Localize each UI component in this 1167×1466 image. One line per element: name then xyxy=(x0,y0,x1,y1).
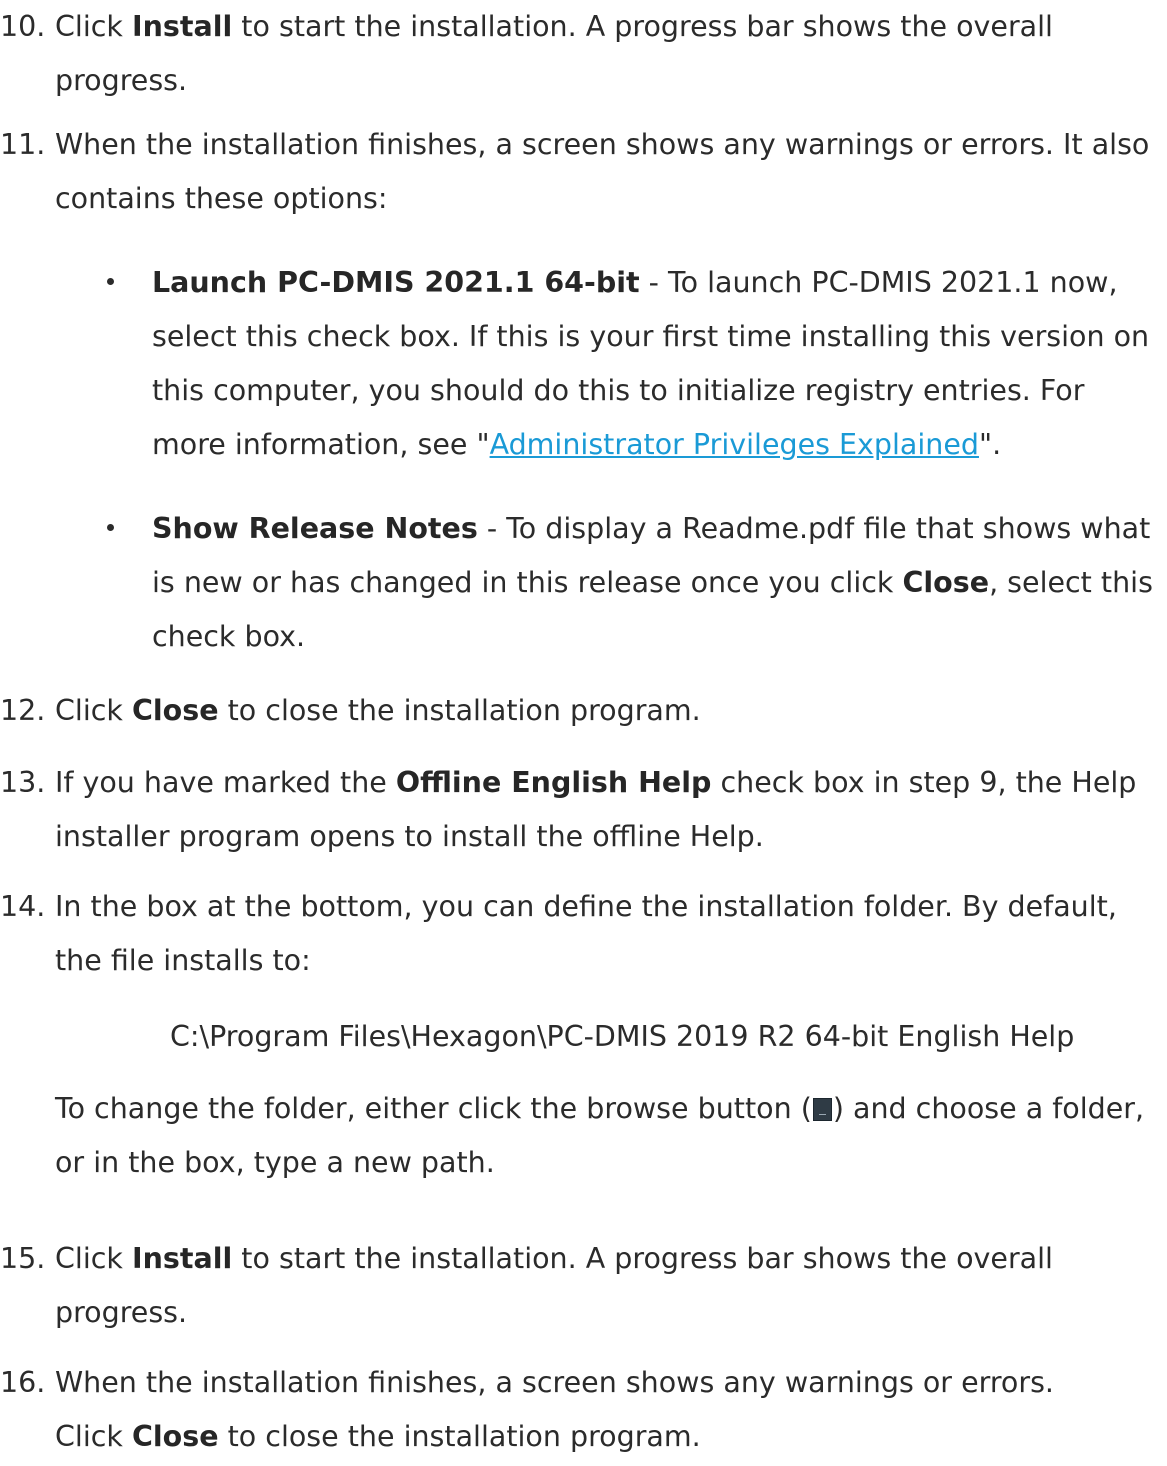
step-15: 15. Click Install to start the installat… xyxy=(0,1232,1160,1340)
step-number: 10. xyxy=(0,10,46,43)
step-number: 14. xyxy=(0,890,46,923)
option-text: Show Release Notes - To display a Readme… xyxy=(152,512,1153,653)
browse-button-icon xyxy=(812,1098,832,1121)
change-folder-instructions: To change the folder, either click the b… xyxy=(55,1092,1145,1179)
option-show-release-notes: Show Release Notes - To display a Readme… xyxy=(107,502,1157,664)
default-install-path: C:\Program Files\Hexagon\PC-DMIS 2019 R2… xyxy=(170,1020,1075,1053)
step-text: When the installation finishes, a screen… xyxy=(55,128,1150,215)
step-13: 13. If you have marked the Offline Engli… xyxy=(0,756,1160,864)
step-14: 14. In the box at the bottom, you can de… xyxy=(0,880,1160,988)
step-text: When the installation finishes, a screen… xyxy=(55,1366,1054,1453)
step-12: 12. Click Close to close the installatio… xyxy=(0,684,1160,738)
step-10: 10. Click Install to start the installat… xyxy=(0,0,1160,108)
step-number: 15. xyxy=(0,1242,46,1275)
step-number: 13. xyxy=(0,766,46,799)
administrator-privileges-link[interactable]: Administrator Privileges Explained xyxy=(490,428,979,461)
step-text: In the box at the bottom, you can define… xyxy=(55,890,1117,977)
step-text: Click Close to close the installation pr… xyxy=(55,694,701,727)
option-launch-pcdmis: Launch PC-DMIS 2021.1 64-bit - To launch… xyxy=(107,256,1157,472)
step-text: Click Install to start the installation.… xyxy=(55,1242,1053,1329)
step-11: 11. When the installation finishes, a sc… xyxy=(0,118,1160,226)
option-text: Launch PC-DMIS 2021.1 64-bit - To launch… xyxy=(152,266,1150,461)
step-text: Click Install to start the installation.… xyxy=(55,10,1053,97)
step-number: 12. xyxy=(0,694,46,727)
step-number: 11. xyxy=(0,128,46,161)
step-text: If you have marked the Offline English H… xyxy=(55,766,1137,853)
step-number: 16. xyxy=(0,1366,46,1399)
bullet-icon xyxy=(107,278,114,285)
step-16: 16. When the installation finishes, a sc… xyxy=(0,1356,1160,1464)
bullet-icon xyxy=(107,524,114,531)
